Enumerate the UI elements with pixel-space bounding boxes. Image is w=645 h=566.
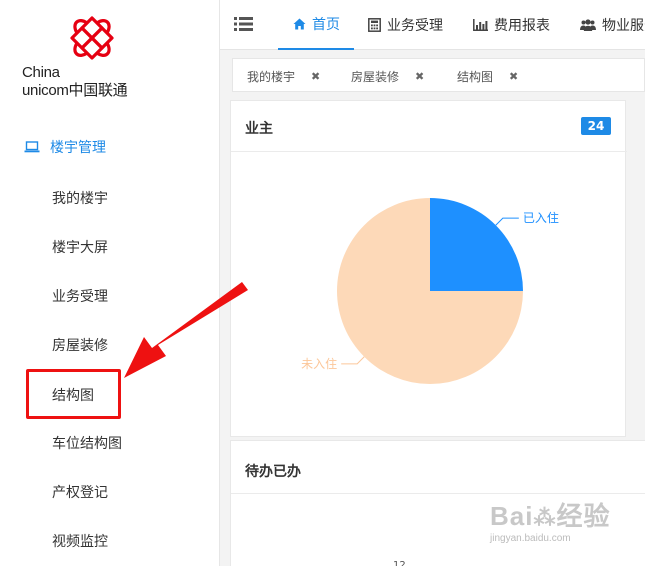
- close-icon[interactable]: ✖: [415, 70, 424, 83]
- pie-slice-label: 已入住: [523, 211, 559, 225]
- sidebar-item-my-buildings[interactable]: 我的楼宇: [52, 188, 108, 208]
- sidebar-item-building-screen[interactable]: 楼宇大屏: [52, 237, 108, 257]
- occupancy-pie-chart: 已入住未入住: [301, 198, 559, 384]
- close-icon[interactable]: ✖: [509, 70, 518, 83]
- sidebar-item-business[interactable]: 业务受理: [52, 286, 108, 306]
- nav-tab-home-label: 首页: [312, 17, 340, 33]
- users-icon: [580, 19, 596, 31]
- nav-tab-property-service-label: 物业服务: [602, 18, 645, 34]
- chart-axis-tick: 12: [393, 560, 406, 566]
- sidebar-group-building-management[interactable]: 楼宇管理: [24, 136, 106, 158]
- calculator-icon: [368, 18, 381, 32]
- sidebar-item-video-monitoring[interactable]: 视频监控: [52, 531, 108, 551]
- pie-label-line: [495, 217, 519, 226]
- nav-tab-business[interactable]: 业务受理: [368, 0, 443, 50]
- pie-label-line: [341, 356, 365, 365]
- logo: China unicom中国联通: [22, 15, 152, 100]
- china-unicom-knot-icon: [70, 16, 114, 60]
- owners-panel: 业主 24 已入住未入住: [230, 100, 627, 437]
- watermark-url: jingyan.baidu.com: [490, 533, 571, 544]
- pie-slice[interactable]: [430, 198, 523, 291]
- sidebar-item-renovation[interactable]: 房屋装修: [52, 335, 108, 355]
- list-icon[interactable]: [234, 17, 253, 31]
- page-tab-my-buildings[interactable]: 我的楼宇 ✖: [247, 59, 320, 93]
- nav-tab-property-service[interactable]: 物业服务: [580, 0, 645, 50]
- page-tab-renovation[interactable]: 房屋装修 ✖: [351, 59, 424, 93]
- panel-divider: [231, 493, 645, 494]
- page-tab-label: 房屋装修: [351, 69, 400, 84]
- owners-count-badge: 24: [581, 117, 611, 135]
- sidebar-item-parking-structure[interactable]: 车位结构图: [52, 433, 122, 453]
- todo-panel-title: 待办已办: [245, 464, 301, 480]
- logo-text-line2: unicom中国联通: [22, 82, 128, 99]
- sidebar: China unicom中国联通 楼宇管理 我的楼宇 楼宇大屏 业务受理 房屋装…: [0, 0, 220, 566]
- home-icon: [293, 18, 306, 30]
- nav-tab-home[interactable]: 首页: [278, 0, 354, 50]
- watermark-logo: Bai⁂经验: [490, 501, 611, 531]
- page-tab-label: 我的楼宇: [247, 69, 296, 84]
- nav-tab-fee-report-label: 费用报表: [494, 18, 550, 34]
- page-tab-strip: 我的楼宇 ✖ 房屋装修 ✖ 结构图 ✖: [232, 58, 645, 92]
- pie-slice-label: 未入住: [301, 357, 337, 371]
- bar-chart-icon: [473, 19, 488, 31]
- baidu-jingyan-watermark: Bai⁂经验 jingyan.baidu.com: [490, 496, 610, 544]
- laptop-icon: [24, 141, 40, 153]
- annotation-highlight-box: [26, 369, 121, 419]
- close-icon[interactable]: ✖: [311, 70, 320, 83]
- page-tab-label: 结构图: [457, 69, 494, 84]
- nav-tab-fee-report[interactable]: 费用报表: [473, 0, 550, 50]
- sidebar-group-label: 楼宇管理: [50, 140, 106, 156]
- owners-panel-title: 业主: [245, 121, 273, 137]
- sidebar-item-property-registration[interactable]: 产权登记: [52, 482, 108, 502]
- page-tab-structure[interactable]: 结构图 ✖: [457, 59, 518, 93]
- app-root: China unicom中国联通 楼宇管理 我的楼宇 楼宇大屏 业务受理 房屋装…: [0, 0, 645, 566]
- top-nav-bar: 首页 业务受理 费用报表 物业服: [220, 0, 645, 50]
- nav-tab-business-label: 业务受理: [387, 18, 443, 34]
